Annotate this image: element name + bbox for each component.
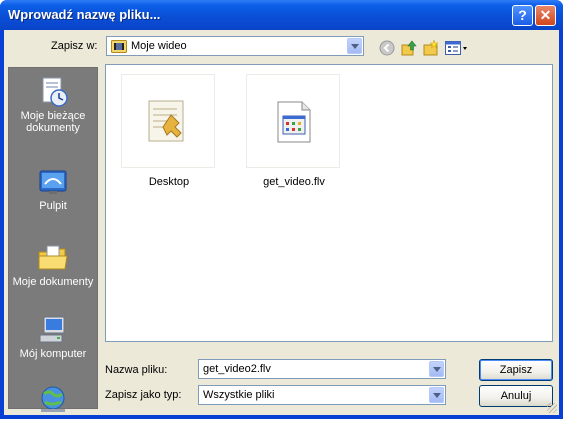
folder-video-icon [111, 39, 127, 53]
file-type-label: Zapisz jako typ: [105, 389, 182, 401]
help-button[interactable]: ? [512, 5, 533, 26]
flv-file-icon [274, 100, 314, 147]
place-recent-documents[interactable]: Moje bieżące dokumenty [9, 76, 97, 134]
place-my-computer[interactable]: Mój komputer [9, 314, 97, 360]
place-label: Mój komputer [19, 348, 87, 360]
cancel-button[interactable]: Anuluj [479, 385, 553, 407]
chevron-down-icon[interactable] [347, 38, 362, 54]
back-icon[interactable] [379, 40, 395, 56]
title-bar[interactable]: Wprowadź nazwę pliku... ? ✕ [0, 0, 563, 30]
chevron-down-icon[interactable] [429, 387, 444, 403]
place-my-network[interactable]: Moje miejsca [9, 384, 97, 430]
dialog-body: Zapisz w: Moje wideo Moje bieżące dokume… [4, 30, 559, 430]
place-label: Moje dokumenty [12, 276, 94, 288]
place-label: Moje miejsca [20, 418, 86, 430]
file-type-dropdown[interactable]: Wszystkie pliki [198, 385, 446, 405]
filename-value: get_video2.flv [203, 363, 271, 375]
my-computer-icon [37, 314, 69, 346]
close-button[interactable]: ✕ [535, 5, 556, 26]
filename-input[interactable]: get_video2.flv [198, 359, 446, 379]
places-bar: Moje bieżące dokumenty Pulpit Moje dokum… [8, 67, 98, 430]
place-label: Pulpit [39, 200, 67, 212]
file-item-desktop[interactable]: Desktop [121, 74, 217, 188]
resize-grip[interactable] [547, 403, 557, 413]
file-name: Desktop [148, 176, 190, 188]
place-desktop[interactable]: Pulpit [9, 166, 97, 212]
place-label: Moje bieżące dokumenty [20, 110, 86, 134]
save-dialog: Wprowadź nazwę pliku... ? ✕ Zapisz w: Mo… [0, 0, 563, 430]
window-title: Wprowadź nazwę pliku... [8, 7, 161, 22]
recent-documents-icon [37, 76, 69, 108]
file-name: get_video.flv [263, 176, 325, 188]
thumbnail [246, 74, 340, 168]
filename-label: Nazwa pliku: [105, 364, 168, 376]
file-type-value: Wszystkie pliki [203, 389, 275, 401]
thumbnail [121, 74, 215, 168]
save-in-value: Moje wideo [131, 40, 187, 52]
save-in-dropdown[interactable]: Moje wideo [106, 36, 364, 56]
new-folder-icon[interactable] [423, 39, 439, 56]
network-places-icon [37, 384, 69, 416]
up-folder-icon[interactable] [401, 40, 417, 56]
view-menu-icon[interactable] [445, 40, 469, 56]
desktop-shortcut-icon [145, 97, 193, 148]
my-documents-icon [37, 242, 69, 274]
place-my-documents[interactable]: Moje dokumenty [9, 242, 97, 288]
save-in-label: Zapisz w: [51, 40, 98, 52]
file-item-get-video[interactable]: get_video.flv [246, 74, 342, 188]
save-button[interactable]: Zapisz [479, 359, 553, 381]
chevron-down-icon[interactable] [429, 361, 444, 377]
desktop-icon [37, 166, 69, 198]
file-list[interactable]: Desktop get_video.flv [105, 64, 553, 342]
